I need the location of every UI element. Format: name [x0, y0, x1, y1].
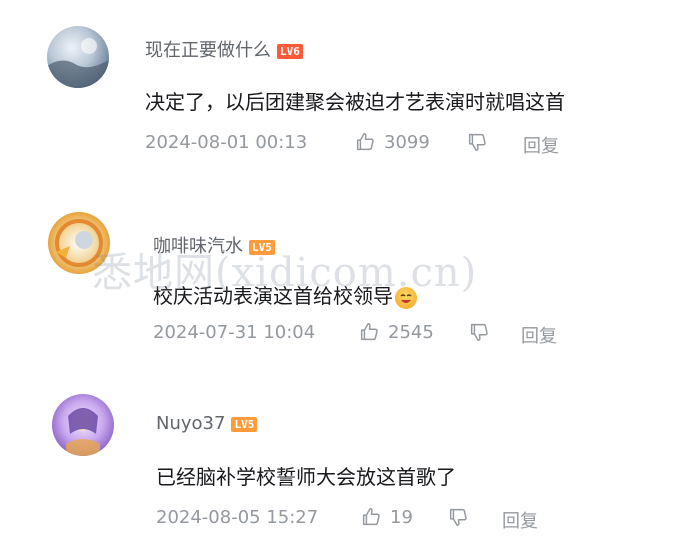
thumbs-down-icon — [470, 323, 488, 341]
like-button[interactable]: 2545 — [358, 321, 434, 343]
timestamp: 2024-08-01 00:13 — [145, 132, 308, 153]
landscape-avatar-icon — [47, 38, 109, 88]
reply-button[interactable]: 回复 — [523, 132, 559, 158]
thumbs-down-icon — [449, 508, 467, 526]
like-count: 19 — [390, 506, 413, 528]
avatar[interactable] — [47, 26, 109, 88]
comment-text: 决定了，以后团建聚会被迫才艺表演时就唱这首 — [145, 90, 565, 114]
thumbs-up-icon — [362, 508, 380, 526]
thumbs-up-icon — [360, 323, 378, 341]
username[interactable]: Nuyo37 LV5 — [156, 413, 258, 434]
level-badge: LV6 — [277, 43, 303, 59]
reply-button[interactable]: 回复 — [502, 507, 538, 533]
dislike-button[interactable] — [447, 506, 469, 528]
timestamp: 2024-08-05 15:27 — [156, 507, 319, 528]
reply-button[interactable]: 回复 — [521, 322, 557, 348]
watermark: 悉地网(xidicom.cn) — [92, 250, 478, 296]
like-button[interactable]: 19 — [360, 506, 413, 528]
avatar[interactable] — [52, 394, 114, 456]
like-count: 2545 — [388, 321, 434, 343]
username-text[interactable]: Nuyo37 — [156, 413, 225, 434]
level-badge: LV5 — [231, 416, 258, 432]
username-text[interactable]: 现在正要做什么 — [145, 40, 271, 61]
thumbs-down-icon — [468, 133, 486, 151]
thumbs-up-icon — [356, 133, 374, 151]
dislike-button[interactable] — [466, 131, 488, 153]
like-count: 3099 — [384, 131, 430, 153]
dislike-button[interactable] — [468, 321, 490, 343]
anime-avatar-icon — [66, 408, 100, 456]
username[interactable]: 现在正要做什么 LV6 — [145, 36, 303, 62]
like-button[interactable]: 3099 — [354, 131, 430, 153]
comment-text: 已经脑补学校誓师大会放这首歌了 — [156, 465, 456, 489]
timestamp: 2024-07-31 10:04 — [153, 322, 316, 343]
